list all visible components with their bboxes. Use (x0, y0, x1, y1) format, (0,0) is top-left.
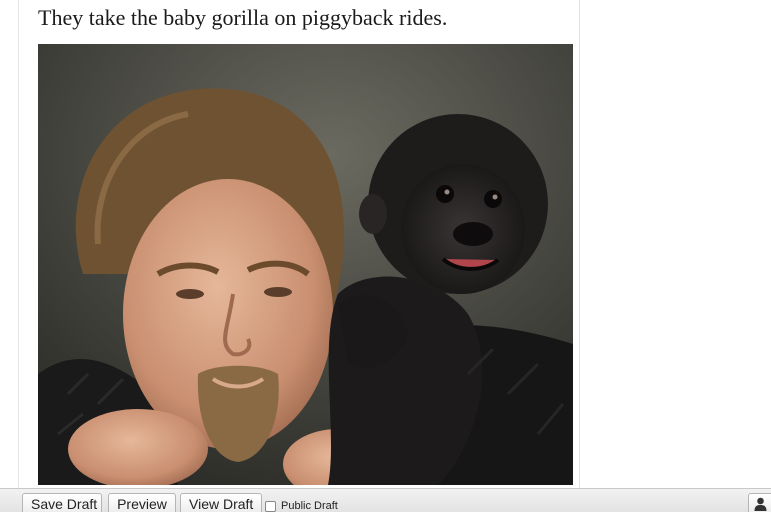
page: They take the baby gorilla on piggyback … (0, 0, 771, 512)
user-icon (754, 497, 767, 511)
photo-caption: They take the baby gorilla on piggyback … (38, 5, 448, 30)
user-button[interactable] (748, 493, 771, 512)
public-draft-checkbox[interactable] (265, 500, 276, 512)
photo (38, 44, 573, 485)
public-draft-option[interactable]: Public Draft (265, 498, 338, 512)
photo-illustration (38, 44, 573, 485)
public-draft-label: Public Draft (281, 500, 338, 512)
save-draft-button[interactable]: Save Draft (22, 493, 102, 512)
view-draft-button[interactable]: View Draft (180, 493, 262, 512)
editor-toolbar: Save Draft Preview View Draft Public Dra… (0, 488, 771, 512)
preview-button[interactable]: Preview (108, 493, 176, 512)
